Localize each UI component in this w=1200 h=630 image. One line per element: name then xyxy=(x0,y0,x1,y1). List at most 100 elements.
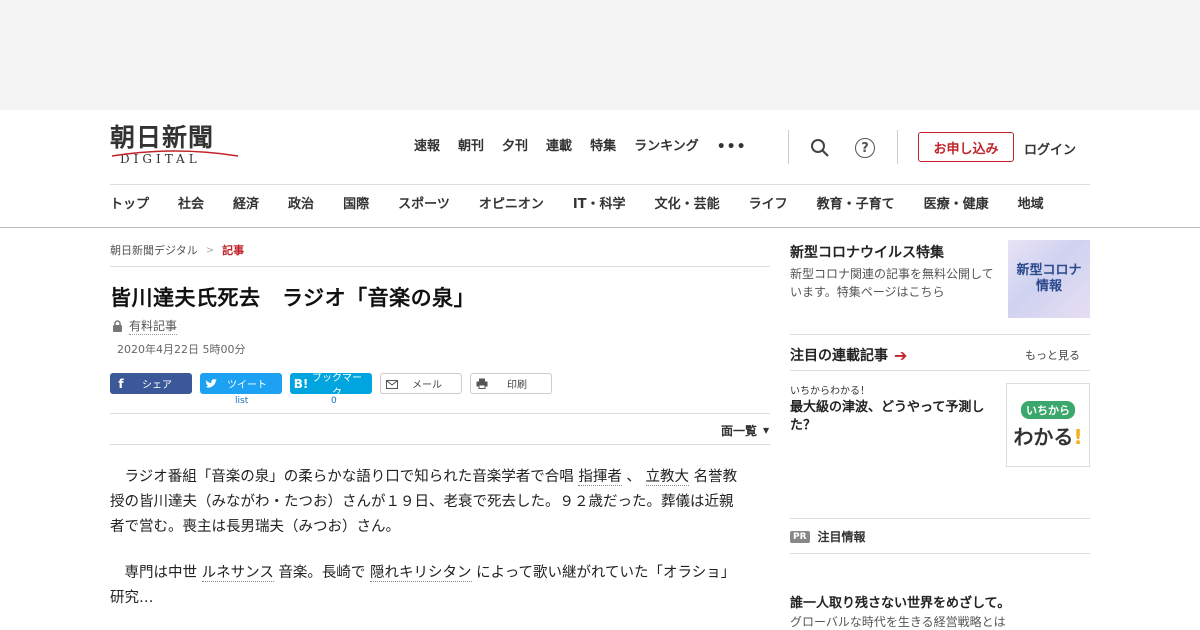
promo-link-subtitle[interactable]: グローバルな時代を生きる経営戦略とは xyxy=(790,613,1006,630)
hatena-bookmark-button[interactable]: B! ブックマーク xyxy=(290,373,372,399)
lock-icon xyxy=(113,320,122,332)
see-more-link[interactable]: もっと見る xyxy=(1025,347,1080,363)
top-nav-item[interactable]: 特集 xyxy=(590,138,616,156)
keyword-link-kakure-kirishitan[interactable]: 隠れキリシタン xyxy=(370,565,472,582)
featured-series-title: 注目の連載記事 xyxy=(790,348,888,364)
subscribe-button[interactable]: お申し込み xyxy=(918,132,1014,162)
corona-feature-title[interactable]: 新型コロナウイルス特集 xyxy=(790,242,944,262)
breadcrumb-separator: > xyxy=(205,244,215,256)
corona-feature-description[interactable]: 新型コロナ関連の記事を無料公開しています。特集ページはこちら xyxy=(790,265,1002,301)
twitter-count-link[interactable]: list xyxy=(235,396,248,406)
category-nav-item[interactable]: 医療・健康 xyxy=(924,196,989,214)
breadcrumb: 朝日新聞デジタル > 記事 xyxy=(110,242,244,258)
publish-date: 2020年4月22日 5時00分 xyxy=(117,343,246,356)
category-nav-item[interactable]: スポーツ xyxy=(398,196,450,214)
mail-share-label: メール xyxy=(412,380,442,391)
hatena-count[interactable]: 0 xyxy=(331,396,337,406)
ichikara-badge: いちから xyxy=(1021,400,1075,419)
help-button[interactable]: ? xyxy=(853,136,877,160)
category-nav-item[interactable]: 国際 xyxy=(343,196,369,214)
category-nav: トップ 社会 経済 政治 国際 スポーツ オピニオン IT・科学 文化・芸能 ラ… xyxy=(110,196,1044,214)
caret-down-icon: ▼ xyxy=(763,426,770,435)
pr-tag: PR xyxy=(790,530,810,543)
nav-bottom-rule xyxy=(0,227,1200,228)
top-nav-item[interactable]: 連載 xyxy=(546,138,572,156)
article-paragraph: ラジオ番組「音楽の泉」の柔らかな語り口で知られた音楽学者で合唱 指揮者 、 立教… xyxy=(110,465,740,540)
twitter-icon xyxy=(200,378,222,389)
category-nav-item[interactable]: 経済 xyxy=(233,196,259,214)
breadcrumb-home[interactable]: 朝日新聞デジタル xyxy=(110,242,198,258)
print-label: 印刷 xyxy=(507,380,527,391)
ichikara-thumbnail[interactable]: いちから わかる! xyxy=(1006,383,1090,467)
pr-section-label: 注目情報 xyxy=(817,530,866,544)
ichikara-logo-text: わかる! xyxy=(1013,421,1082,450)
category-nav-item[interactable]: IT・科学 xyxy=(573,196,626,214)
divider xyxy=(790,553,1090,554)
twitter-share-button[interactable]: ツイート xyxy=(200,373,282,394)
keyword-link-conductor[interactable]: 指揮者 xyxy=(578,469,622,486)
article-paragraph: 専門は中世 ルネサンス 音楽。長崎で 隠れキリシタン によって歌い継がれていた「… xyxy=(110,561,740,611)
top-nav-item[interactable]: 朝刊 xyxy=(458,138,484,156)
ad-banner-area xyxy=(0,0,1200,110)
series-article-link[interactable]: 最大級の津波、どうやって予測した？ xyxy=(790,399,1002,435)
category-nav-item[interactable]: トップ xyxy=(110,196,149,214)
thumbnail-text: 新型コロナ xyxy=(1016,263,1082,278)
featured-series-heading[interactable]: 注目の連載記事 ➔ xyxy=(790,345,907,365)
category-nav-item[interactable]: 社会 xyxy=(178,196,204,214)
text-run: ラジオ番組「音楽の泉」の柔らかな語り口で知られた音楽学者で合唱 xyxy=(110,469,579,485)
mail-icon xyxy=(381,379,403,389)
facebook-share-label: シェア xyxy=(142,380,172,391)
facebook-icon: f xyxy=(118,376,124,391)
category-nav-item[interactable]: 地域 xyxy=(1018,196,1044,214)
article-headline: 皆川達夫氏死去 ラジオ「音楽の泉」 xyxy=(110,286,476,310)
keyword-link-rikkyo[interactable]: 立教大 xyxy=(645,469,690,486)
breadcrumb-current[interactable]: 記事 xyxy=(222,242,244,258)
paid-article-label: 有料記事 xyxy=(129,319,178,335)
page-list-label: 面一覧 xyxy=(721,424,758,438)
paid-article-badge[interactable]: 有料記事 xyxy=(112,317,178,335)
category-nav-item[interactable]: 文化・芸能 xyxy=(655,196,720,214)
header-divider xyxy=(788,130,789,164)
text-run: ! xyxy=(1073,424,1083,449)
divider xyxy=(110,413,770,414)
text-run: わかる xyxy=(1013,424,1074,449)
print-button[interactable]: 印刷 xyxy=(470,373,552,394)
divider xyxy=(110,444,770,445)
text-run: 音楽。長崎で xyxy=(273,565,371,581)
site-logo[interactable]: 朝日新聞 DIGITAL xyxy=(110,124,242,170)
category-nav-item[interactable]: オピニオン xyxy=(479,196,544,214)
mail-share-button[interactable]: メール xyxy=(380,373,462,394)
hatena-icon: B! xyxy=(293,376,309,391)
more-menu-button[interactable]: ••• xyxy=(717,138,747,156)
category-nav-item[interactable]: 政治 xyxy=(288,196,314,214)
divider xyxy=(790,334,1090,335)
search-icon xyxy=(811,139,829,157)
hatena-bookmark-label: ブックマーク xyxy=(312,372,362,399)
top-nav-item[interactable]: 速報 xyxy=(414,138,440,156)
pr-section-heading: PR 注目情報 xyxy=(790,528,866,545)
series-kicker: いちからわかる！ xyxy=(790,386,870,397)
facebook-share-button[interactable]: f シェア xyxy=(110,373,192,394)
text-run: 専門は中世 xyxy=(110,565,202,581)
header-divider xyxy=(897,130,898,164)
thumbnail-text: 情報 xyxy=(1035,279,1062,294)
category-nav-item[interactable]: 教育・子育て xyxy=(817,196,895,214)
top-nav-item[interactable]: ランキング xyxy=(634,138,699,156)
header-rule xyxy=(110,184,1090,185)
divider xyxy=(110,266,770,267)
top-nav: 速報 朝刊 夕刊 連載 特集 ランキング ••• xyxy=(414,138,765,156)
search-button[interactable] xyxy=(808,136,832,160)
top-nav-item[interactable]: 夕刊 xyxy=(502,138,528,156)
printer-icon xyxy=(471,378,493,389)
category-nav-item[interactable]: ライフ xyxy=(749,196,788,214)
divider xyxy=(790,370,1090,371)
divider xyxy=(790,518,1090,519)
arrow-right-icon: ➔ xyxy=(894,345,908,365)
corona-feature-thumbnail[interactable]: 新型コロナ 情報 xyxy=(1008,240,1090,318)
login-link[interactable]: ログイン xyxy=(1024,139,1076,158)
logo-swoosh-icon xyxy=(111,150,239,157)
keyword-link-renaissance[interactable]: ルネサンス xyxy=(201,565,274,582)
help-icon: ? xyxy=(855,138,875,158)
page-list-dropdown[interactable]: 面一覧 ▼ xyxy=(721,422,769,439)
promo-link-title[interactable]: 誰一人取り残さない世界をめざして。 xyxy=(790,592,1010,611)
